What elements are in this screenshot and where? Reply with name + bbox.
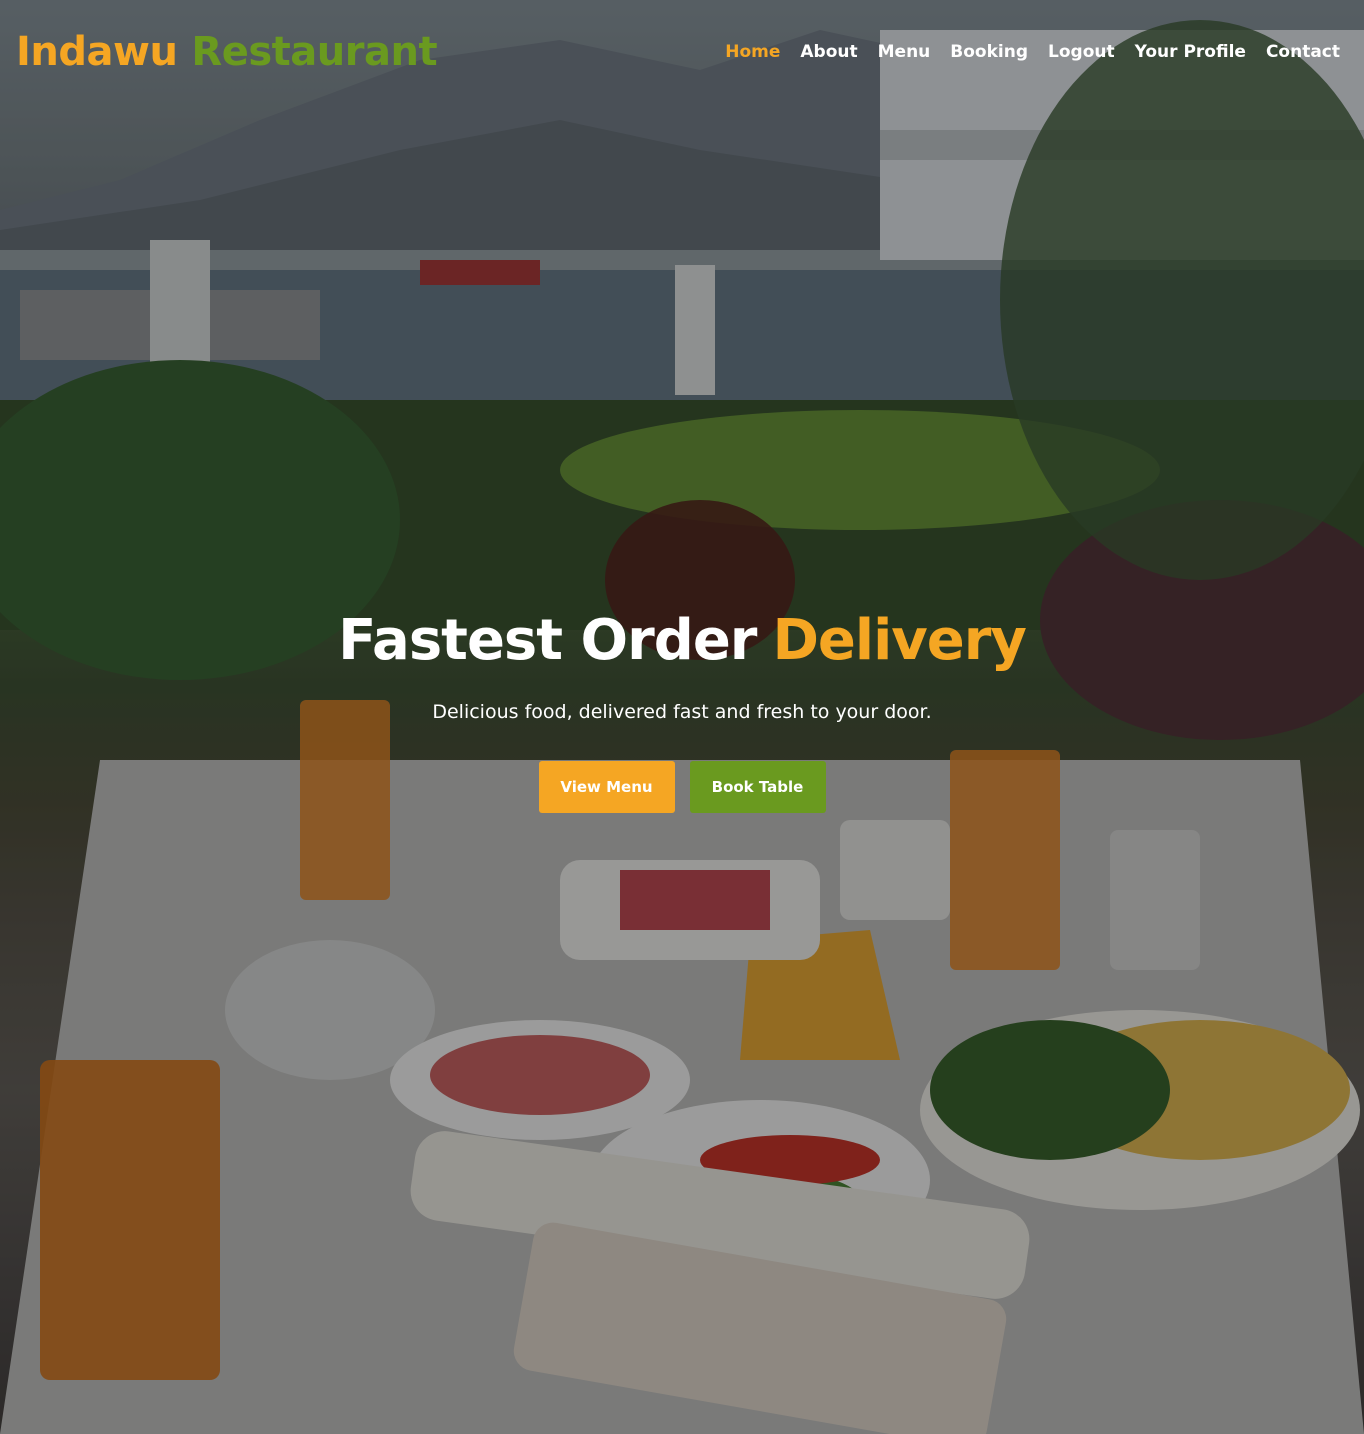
hero-title: Fastest Order Delivery: [338, 608, 1027, 673]
book-table-button[interactable]: Book Table: [689, 761, 826, 813]
brand-name-part1: Indawu: [16, 29, 178, 75]
view-menu-button[interactable]: View Menu: [538, 761, 675, 813]
brand-name-part2: Restaurant: [191, 29, 438, 75]
nav-link-contact[interactable]: Contact: [1266, 42, 1340, 62]
main-nav: Home About Menu Booking Logout Your Prof…: [725, 42, 1340, 62]
hero-buttons: View Menu Book Table: [538, 761, 826, 813]
nav-link-home[interactable]: Home: [725, 42, 780, 62]
nav-link-menu[interactable]: Menu: [878, 42, 931, 62]
nav-link-about[interactable]: About: [800, 42, 857, 62]
top-navbar: Indawu Restaurant Home About Menu Bookin…: [0, 0, 1364, 104]
nav-link-logout[interactable]: Logout: [1048, 42, 1115, 62]
nav-link-your-profile[interactable]: Your Profile: [1135, 42, 1246, 62]
brand-logo[interactable]: Indawu Restaurant: [16, 29, 438, 75]
hero-subtitle: Delicious food, delivered fast and fresh…: [432, 701, 932, 723]
hero-title-accent: Delivery: [772, 608, 1026, 673]
hero-title-main: Fastest Order: [338, 608, 757, 673]
hero-section: Indawu Restaurant Home About Menu Bookin…: [0, 0, 1364, 1434]
nav-link-booking[interactable]: Booking: [950, 42, 1028, 62]
hero-content: Fastest Order Delivery Delicious food, d…: [0, 608, 1364, 813]
